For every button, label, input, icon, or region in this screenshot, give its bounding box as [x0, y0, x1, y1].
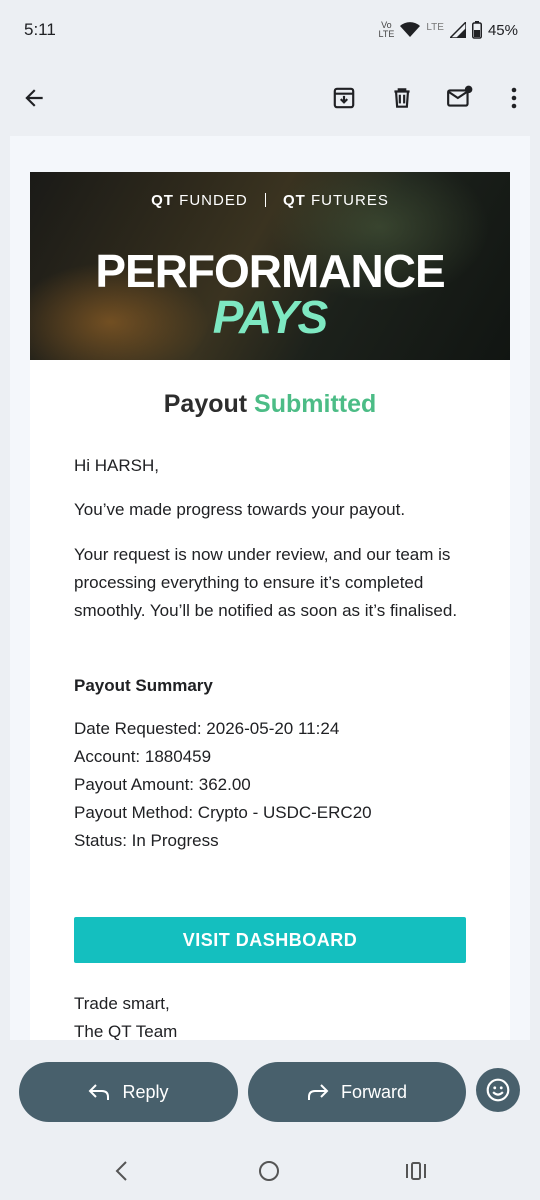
email-body-area[interactable]: QT FUNDED QT FUTURES PERFORMANCE PAYS Pa…: [10, 136, 530, 1040]
volte-indicator: Vo LTE: [378, 20, 395, 39]
summary-method: Payout Method: Crypto - USDC-ERC20: [74, 803, 372, 822]
emoji-reaction-button[interactable]: [476, 1068, 520, 1112]
summary-heading: Payout Summary: [74, 676, 213, 695]
summary-date: Date Requested: 2026-05-20 11:24: [74, 719, 340, 738]
signal-icon: [449, 22, 466, 38]
forward-button[interactable]: Forward: [248, 1062, 466, 1122]
summary-account: Account: 1880459: [74, 747, 212, 766]
battery-percent: 45%: [487, 21, 518, 39]
archive-icon[interactable]: [328, 82, 360, 114]
reply-button[interactable]: Reply: [19, 1062, 238, 1122]
nav-back-icon[interactable]: [114, 1160, 130, 1182]
status-time: 5:11: [24, 20, 56, 39]
summary-amount: Payout Amount: 362.00: [74, 775, 251, 794]
mark-unread-icon[interactable]: [444, 82, 476, 114]
nav-home-icon[interactable]: [258, 1160, 280, 1182]
visit-dashboard-button[interactable]: VISIT DASHBOARD: [74, 917, 466, 963]
back-arrow-icon[interactable]: [18, 82, 50, 114]
wifi-icon: [400, 22, 421, 37]
more-vert-icon[interactable]: [498, 82, 530, 114]
status-icons: Vo LTE LTE 45%: [379, 21, 518, 39]
greeting: Hi HARSH,: [74, 456, 160, 475]
email-toolbar: [0, 60, 540, 136]
nav-recents-icon[interactable]: [404, 1160, 428, 1182]
banner-subheadline: PAYS: [212, 291, 328, 343]
forward-icon: [307, 1084, 329, 1100]
performance-banner: QT FUNDED QT FUTURES PERFORMANCE PAYS: [30, 172, 510, 360]
paragraph-progress: You’ve made progress towards your payout…: [74, 500, 406, 519]
email-card: QT FUNDED QT FUTURES PERFORMANCE PAYS Pa…: [30, 172, 510, 1040]
status-bar: 5:11 Vo LTE LTE 45%: [0, 0, 540, 60]
reply-icon: [89, 1084, 110, 1100]
smiley-icon: [486, 1078, 510, 1102]
delete-icon[interactable]: [386, 82, 418, 114]
system-nav-bar: [0, 1140, 540, 1200]
signoff: Trade smart, The QT Team: [74, 994, 178, 1040]
summary-list: Date Requested: 2026-05-20 11:24 Account…: [74, 715, 474, 855]
bottom-actions: Reply Forward: [0, 1040, 540, 1140]
brand-logos: QT FUNDED QT FUTURES: [151, 192, 389, 209]
forward-label: Forward: [340, 1081, 407, 1102]
email-title: Payout Submitted: [163, 390, 377, 418]
paragraph-review: Your request is now under review, and ou…: [74, 545, 458, 620]
battery-icon: [471, 21, 482, 39]
reply-label: Reply: [122, 1081, 169, 1102]
summary-status: Status: In Progress: [74, 831, 219, 850]
lte-label: LTE: [426, 22, 444, 33]
banner-headline: PERFORMANCE: [95, 245, 445, 297]
